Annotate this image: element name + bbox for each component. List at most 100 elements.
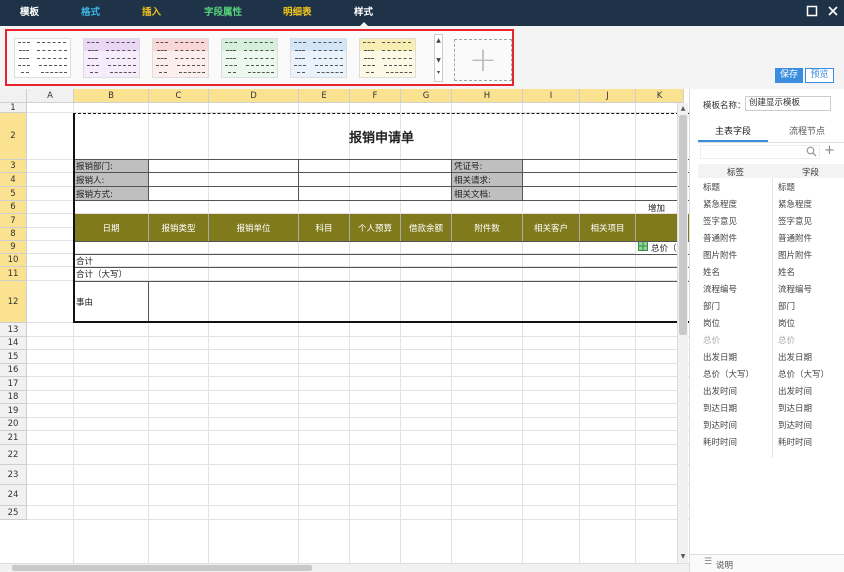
tab-field-properties[interactable]: 字段属性: [204, 0, 242, 26]
style-red-swatch[interactable]: [152, 38, 209, 78]
row-header-10[interactable]: 10: [0, 254, 27, 267]
label-voucher[interactable]: 凭证号:: [452, 160, 523, 173]
style-green-swatch[interactable]: [221, 38, 278, 78]
preview-button[interactable]: 预览: [805, 68, 834, 83]
field-name-item[interactable]: 签字意见: [778, 215, 812, 227]
column-header-e[interactable]: E: [299, 89, 350, 103]
field-label-item[interactable]: 耗时时间: [703, 436, 737, 448]
row-header-25[interactable]: 25: [0, 506, 27, 520]
field-label-item[interactable]: 到达时间: [703, 419, 737, 431]
field-name-item[interactable]: 岗位: [778, 317, 795, 329]
field-label-item[interactable]: 出发日期: [703, 351, 737, 363]
tab-template[interactable]: 模板: [20, 0, 39, 26]
column-header-c[interactable]: C: [149, 89, 209, 103]
column-header-b[interactable]: B: [74, 89, 149, 103]
column-header-d[interactable]: D: [209, 89, 299, 103]
gallery-scroller[interactable]: ▲ ▼ ▾: [434, 34, 443, 82]
style-yellow-swatch[interactable]: [359, 38, 416, 78]
row-header-12[interactable]: 12: [0, 281, 27, 323]
field-name-item[interactable]: 出发时间: [778, 385, 812, 397]
form-title[interactable]: 报销申请单: [74, 113, 689, 160]
field-name-item[interactable]: 姓名: [778, 266, 795, 278]
value-dept-ext[interactable]: [299, 160, 452, 173]
value-voucher[interactable]: [523, 160, 689, 173]
vertical-scroll-thumb[interactable]: [679, 115, 687, 335]
field-name-item[interactable]: 普通附件: [778, 232, 812, 244]
row-header-22[interactable]: 22: [0, 445, 27, 465]
row-header-19[interactable]: 19: [0, 404, 27, 418]
reason-label[interactable]: 事由: [74, 281, 149, 323]
field-name-item[interactable]: 图片附件: [778, 249, 812, 261]
expand-icon[interactable]: ▾: [435, 67, 442, 79]
column-header-f[interactable]: F: [350, 89, 401, 103]
tab-detail-table[interactable]: 明细表: [283, 0, 312, 26]
tab-process-nodes[interactable]: 流程节点: [772, 122, 842, 142]
field-name-item[interactable]: 流程编号: [778, 283, 812, 295]
label-req[interactable]: 相关请求:: [452, 173, 523, 187]
save-button[interactable]: 保存: [775, 68, 803, 83]
label-method[interactable]: 报销方式:: [74, 187, 149, 201]
field-label-item[interactable]: 总价: [703, 334, 720, 346]
row-header-2[interactable]: 2: [0, 113, 27, 160]
total-uppercase-label[interactable]: 合计（大写）: [74, 267, 209, 281]
row-header-11[interactable]: 11: [0, 267, 27, 281]
value-person-ext[interactable]: [299, 173, 452, 187]
row-header-21[interactable]: 21: [0, 431, 27, 445]
label-person[interactable]: 报销人:: [74, 173, 149, 187]
column-header-a[interactable]: A: [27, 89, 74, 103]
row-header-8[interactable]: 8: [0, 228, 27, 241]
row-header-3[interactable]: 3: [0, 160, 27, 173]
template-name-input[interactable]: 创建显示模板: [745, 96, 831, 111]
column-header-i[interactable]: I: [523, 89, 580, 103]
field-name-item[interactable]: 标题: [778, 181, 795, 193]
value-method[interactable]: [149, 187, 299, 201]
field-name-item[interactable]: 到达时间: [778, 419, 812, 431]
field-label-item[interactable]: 岗位: [703, 317, 720, 329]
vertical-scrollbar[interactable]: ▲ ▼: [677, 103, 688, 563]
value-person[interactable]: [149, 173, 299, 187]
plus-icon[interactable]: +: [824, 143, 835, 158]
column-header-g[interactable]: G: [401, 89, 452, 103]
value-req[interactable]: [523, 173, 689, 187]
style-gray-swatch[interactable]: [14, 38, 71, 78]
field-search-input[interactable]: [700, 145, 820, 159]
spreadsheet-grid[interactable]: A B C D E F G H I J K 1 2 3 4 5 6 7 8 9 10 11 12 13 14 15 16 17 18 19…: [0, 89, 689, 572]
row-header-24[interactable]: 24: [0, 485, 27, 506]
scroll-up-icon[interactable]: ▲: [679, 105, 687, 113]
field-label-item[interactable]: 签字意见: [703, 215, 737, 227]
row-header-4[interactable]: 4: [0, 173, 27, 187]
style-blue-swatch[interactable]: [290, 38, 347, 78]
row-header-17[interactable]: 17: [0, 377, 27, 391]
style-purple-swatch[interactable]: [83, 38, 140, 78]
field-name-item[interactable]: 耗时时间: [778, 436, 812, 448]
search-icon[interactable]: [806, 146, 817, 160]
field-name-item[interactable]: 总价: [778, 334, 795, 346]
value-dept[interactable]: [149, 160, 299, 173]
row-header-6[interactable]: 6: [0, 201, 27, 214]
label-dept[interactable]: 报销部门:: [74, 160, 149, 173]
field-label-item[interactable]: 到达日期: [703, 402, 737, 414]
row-header-9[interactable]: 9: [0, 241, 27, 254]
row-header-23[interactable]: 23: [0, 465, 27, 485]
field-label-item[interactable]: 出发时间: [703, 385, 737, 397]
scroll-down-icon[interactable]: ▼: [435, 55, 442, 67]
field-label-item[interactable]: 总价（大写）: [703, 368, 754, 380]
field-name-item[interactable]: 紧急程度: [778, 198, 812, 210]
tab-insert[interactable]: 插入: [142, 0, 161, 26]
field-label-item[interactable]: 普通附件: [703, 232, 737, 244]
label-doc[interactable]: 相关文档:: [452, 187, 523, 201]
corner-cell[interactable]: [0, 89, 27, 103]
scroll-up-icon[interactable]: ▲: [435, 35, 442, 47]
total-label[interactable]: 合计: [74, 254, 149, 267]
row-header-18[interactable]: 18: [0, 391, 27, 404]
column-header-h[interactable]: H: [452, 89, 523, 103]
menu-icon[interactable]: ☰: [704, 557, 712, 567]
tab-format[interactable]: 格式: [81, 0, 100, 26]
horizontal-scrollbar[interactable]: [0, 563, 689, 572]
row-header-13[interactable]: 13: [0, 323, 27, 337]
row-header-1[interactable]: 1: [0, 103, 27, 113]
row-header-7[interactable]: 7: [0, 214, 27, 228]
field-label-item[interactable]: 紧急程度: [703, 198, 737, 210]
field-label-item[interactable]: 图片附件: [703, 249, 737, 261]
plus-icon[interactable]: +: [454, 39, 512, 81]
